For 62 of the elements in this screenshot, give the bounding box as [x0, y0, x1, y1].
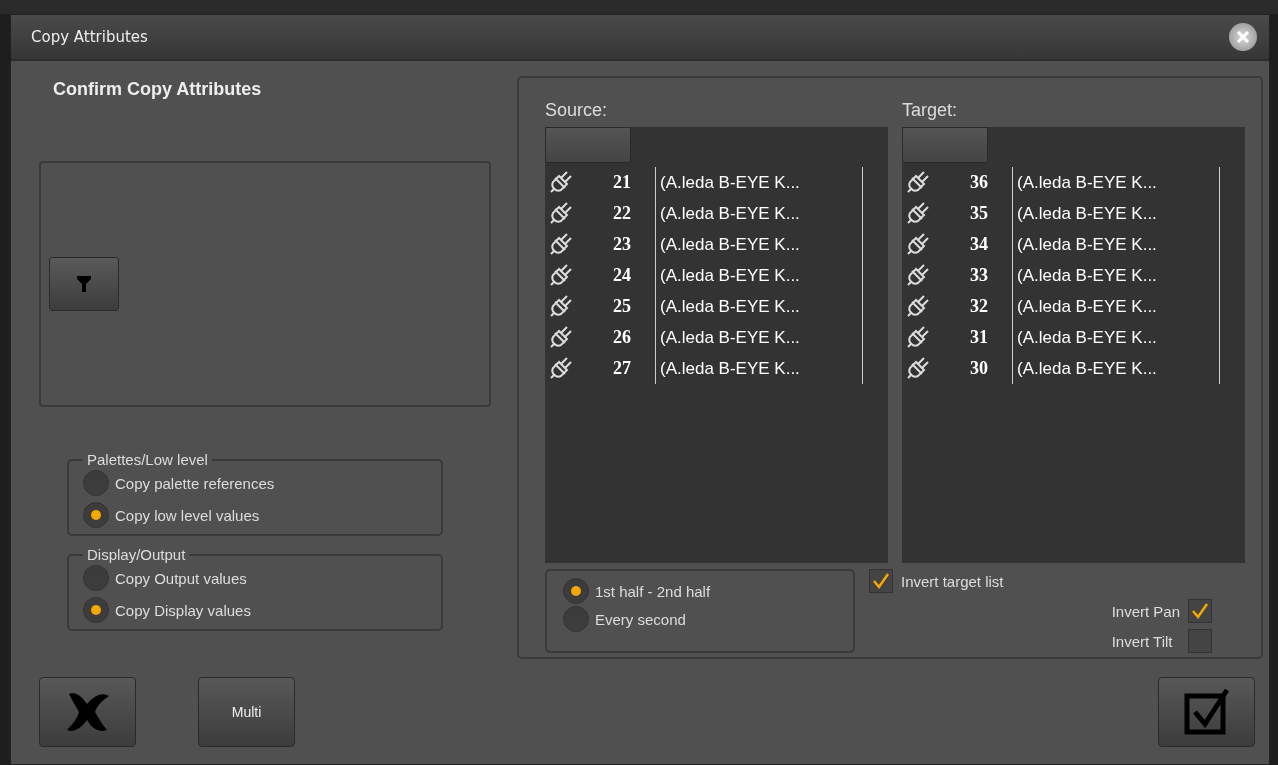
fixture-name: (A.leda B-EYE K...: [655, 353, 863, 384]
fixture-name: (A.leda B-EYE K...: [1012, 229, 1220, 260]
dialog-heading: Confirm Copy Attributes: [53, 79, 263, 100]
fixture-number: 24: [612, 265, 632, 286]
fixture-number: 21: [612, 172, 632, 193]
fixture-number: 33: [969, 265, 989, 286]
fixture-name: (A.leda B-EYE K...: [1012, 353, 1220, 384]
radio-button[interactable]: [83, 502, 109, 528]
fixture-number: 25: [612, 296, 632, 317]
option-label: Copy low level values: [115, 506, 260, 524]
checkbox-label: Invert Pan: [1111, 602, 1180, 620]
cancel-button[interactable]: [39, 677, 136, 747]
fixture-name: (A.leda B-EYE K...: [655, 198, 863, 229]
list-label: Source:: [545, 100, 609, 121]
option-label: Every second: [595, 610, 686, 628]
checkbox[interactable]: [869, 569, 893, 593]
group-title: Display/Output: [86, 546, 187, 563]
fixture-name: (A.leda B-EYE K...: [655, 260, 863, 291]
close-button[interactable]: [1229, 23, 1257, 51]
group-title: Palettes/Low level: [86, 451, 209, 468]
close-icon: [1235, 29, 1251, 45]
radio-button[interactable]: [83, 597, 109, 623]
fixture-number: 35: [969, 203, 989, 224]
fixture-number: 34: [969, 234, 989, 255]
fixture-number: 27: [612, 358, 632, 379]
fixture-number: 30: [969, 358, 989, 379]
fixture-name: (A.leda B-EYE K...: [1012, 322, 1220, 353]
option-label: 1st half - 2nd half: [595, 582, 711, 600]
fixture-name: (A.leda B-EYE K...: [655, 322, 863, 353]
option-label: Copy Display values: [115, 601, 251, 619]
checkbox-label: Invert target list: [901, 572, 1004, 590]
filter-icon: [77, 276, 91, 292]
filter-button[interactable]: [49, 257, 119, 311]
multi-button[interactable]: Multi: [198, 677, 295, 747]
option-label: Copy palette references: [115, 474, 275, 492]
fixture-name: (A.leda B-EYE K...: [1012, 260, 1220, 291]
fixture-name: (A.leda B-EYE K...: [655, 229, 863, 260]
fixture-number: 23: [612, 234, 632, 255]
radio-button[interactable]: [563, 578, 589, 604]
fixture-number: 32: [969, 296, 989, 317]
confirm-button[interactable]: [1158, 677, 1255, 747]
checkbox-label: Invert Tilt: [1111, 632, 1173, 650]
window-title: Copy Attributes: [31, 28, 148, 46]
fixture-number: 22: [612, 203, 632, 224]
list-label: Target:: [902, 100, 959, 121]
fixture-name: (A.leda B-EYE K...: [655, 291, 863, 322]
radio-button[interactable]: [83, 565, 109, 591]
option-label: Copy Output values: [115, 569, 247, 587]
fixture-number: 26: [612, 327, 632, 348]
radio-button[interactable]: [563, 606, 589, 632]
checkbox[interactable]: [1188, 599, 1212, 623]
fixture-name: (A.leda B-EYE K...: [655, 167, 863, 198]
fixture-name: (A.leda B-EYE K...: [1012, 167, 1220, 198]
fixture-number: 36: [969, 172, 989, 193]
checked-box-icon: [1182, 688, 1231, 736]
radio-button[interactable]: [83, 470, 109, 496]
checkbox[interactable]: [1188, 629, 1212, 653]
column-header-button[interactable]: [545, 127, 631, 163]
column-header-button[interactable]: [902, 127, 988, 163]
fixture-name: (A.leda B-EYE K...: [1012, 291, 1220, 322]
fixture-name: (A.leda B-EYE K...: [1012, 198, 1220, 229]
fixture-number: 31: [969, 327, 989, 348]
